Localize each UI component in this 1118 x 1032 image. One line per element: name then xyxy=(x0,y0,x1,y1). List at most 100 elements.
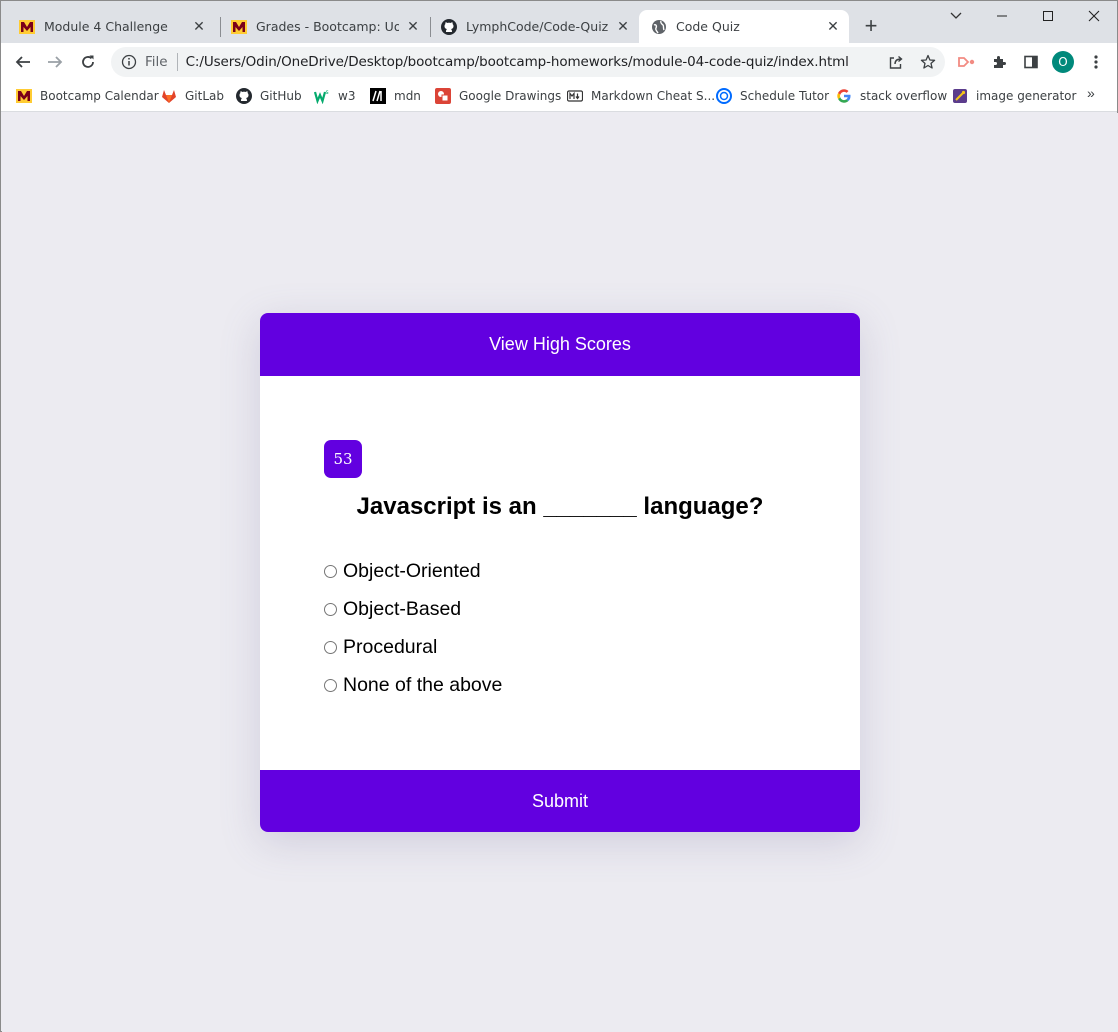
address-bar[interactable]: File C:/Users/Odin/OneDrive/Desktop/boot… xyxy=(111,47,945,77)
close-icon[interactable]: ✕ xyxy=(405,19,421,35)
bookmark-label: stack overflow xyxy=(860,89,948,103)
bookmark-star-button[interactable] xyxy=(916,50,940,74)
google-drawings-icon xyxy=(435,88,451,104)
answer-option[interactable]: Object-Based xyxy=(324,590,502,628)
tab-module-4-challenge[interactable]: Module 4 Challenge ✕ xyxy=(7,10,215,43)
bookmark-github[interactable]: GitHub xyxy=(236,85,302,107)
bookmark-gitlab[interactable]: GitLab xyxy=(161,85,224,107)
bookmark-bootcamp-calendar[interactable]: Bootcamp Calendar xyxy=(16,85,159,107)
answer-option[interactable]: Procedural xyxy=(324,628,502,666)
extensions-button[interactable] xyxy=(987,50,1011,74)
kebab-menu-icon xyxy=(1094,55,1098,69)
close-icon[interactable]: ✕ xyxy=(615,19,631,35)
bookmark-label: Schedule Tutor xyxy=(740,89,830,103)
bookmark-image-generator[interactable]: image generator xyxy=(952,85,1076,107)
divider xyxy=(176,53,178,71)
bookmark-label: GitLab xyxy=(185,89,224,103)
answer-option[interactable]: Object-Oriented xyxy=(324,552,502,590)
answer-label: None of the above xyxy=(343,673,503,696)
reload-button[interactable] xyxy=(75,49,101,75)
extension-cast-button[interactable] xyxy=(955,50,979,74)
bookmark-w3[interactable]: s w3 xyxy=(314,85,355,107)
question-text: Javascript is an _______ language? xyxy=(356,493,764,520)
menu-button[interactable] xyxy=(1084,50,1108,74)
maximize-icon xyxy=(1043,11,1053,21)
umn-m-icon xyxy=(19,19,35,34)
gitlab-icon xyxy=(161,88,177,104)
tab-title: Code Quiz xyxy=(676,19,740,34)
close-window-button[interactable] xyxy=(1071,5,1117,27)
bookmark-markdown-cheat-sheet[interactable]: Markdown Cheat S... xyxy=(567,85,715,107)
timer-badge: 53 xyxy=(324,440,362,478)
answer-label: Object-Oriented xyxy=(343,559,481,582)
answer-options: Object-Oriented Object-Based Procedural … xyxy=(324,552,502,704)
bookmark-label: Bootcamp Calendar xyxy=(40,89,159,103)
w3-icon: s xyxy=(314,88,330,104)
tab-code-quiz[interactable]: Code Quiz ✕ xyxy=(639,10,849,43)
quiz-card: View High Scores 53 Javascript is an ___… xyxy=(260,313,860,832)
view-high-scores-button[interactable]: View High Scores xyxy=(260,313,860,376)
tab-strip: Module 4 Challenge ✕ Grades - Bootcamp: … xyxy=(1,1,1117,43)
radio-button[interactable] xyxy=(324,678,337,692)
new-tab-button[interactable]: + xyxy=(859,14,883,38)
minimize-button[interactable] xyxy=(979,5,1025,27)
umn-m-icon xyxy=(231,19,247,34)
bookmark-label: Google Drawings xyxy=(459,89,562,103)
arrow-right-icon xyxy=(48,56,63,68)
radio-button[interactable] xyxy=(324,640,337,654)
close-icon xyxy=(1088,10,1100,22)
tab-title: LymphCode/Code-Quiz xyxy=(466,19,609,34)
tab-title: Grades - Bootcamp: UofM-V xyxy=(256,19,399,34)
info-icon[interactable] xyxy=(121,54,137,70)
cast-extension-icon xyxy=(958,57,975,67)
radio-button[interactable] xyxy=(324,564,337,578)
globe-icon xyxy=(652,19,666,34)
mdn-icon xyxy=(370,88,386,104)
markdown-icon xyxy=(567,88,583,104)
browser-window: Module 4 Challenge ✕ Grades - Bootcamp: … xyxy=(0,0,1118,1032)
submit-button[interactable]: Submit xyxy=(260,770,860,832)
bookmark-mdn[interactable]: mdn xyxy=(370,85,421,107)
github-icon xyxy=(236,88,252,104)
bookmark-google-drawings[interactable]: Google Drawings xyxy=(435,85,561,107)
answer-label: Object-Based xyxy=(343,597,462,620)
google-icon xyxy=(836,88,852,104)
reload-icon xyxy=(82,55,94,68)
github-icon xyxy=(441,18,457,35)
share-icon xyxy=(889,55,903,69)
side-panel-button[interactable] xyxy=(1019,50,1043,74)
chevron-down-icon xyxy=(950,12,962,19)
back-button[interactable] xyxy=(10,49,36,75)
bookmark-label: Markdown Cheat S... xyxy=(591,89,716,103)
image-generator-icon xyxy=(952,88,968,104)
answer-label: Procedural xyxy=(343,635,438,658)
star-icon xyxy=(920,54,936,69)
umn-m-icon xyxy=(16,88,32,104)
bookmark-label: image generator xyxy=(976,89,1077,103)
side-panel-icon xyxy=(1024,55,1038,69)
tab-grades-bootcamp[interactable]: Grades - Bootcamp: UofM-V ✕ xyxy=(219,10,429,43)
tab-lymphcode-code-quiz[interactable]: LymphCode/Code-Quiz ✕ xyxy=(429,10,639,43)
answer-option[interactable]: None of the above xyxy=(324,666,502,704)
minimize-icon xyxy=(997,15,1007,17)
profile-avatar[interactable]: O xyxy=(1052,51,1074,73)
bookmarks-overflow-button[interactable]: » xyxy=(1087,85,1095,101)
bookmark-label: mdn xyxy=(394,89,421,103)
close-icon[interactable]: ✕ xyxy=(191,19,207,35)
bookmark-label: GitHub xyxy=(260,89,302,103)
calendly-icon xyxy=(716,88,732,104)
puzzle-icon xyxy=(994,56,1006,68)
bookmark-label: w3 xyxy=(338,89,356,103)
share-button[interactable] xyxy=(884,50,908,74)
page-viewport: View High Scores 53 Javascript is an ___… xyxy=(2,113,1118,1032)
radio-button[interactable] xyxy=(324,602,337,616)
forward-button[interactable] xyxy=(42,49,68,75)
url-text[interactable]: C:/Users/Odin/OneDrive/Desktop/bootcamp/… xyxy=(186,54,849,70)
url-scheme-label: File xyxy=(145,54,168,70)
tab-search-button[interactable] xyxy=(933,5,979,27)
bookmark-schedule-tutor[interactable]: Schedule Tutor xyxy=(716,85,829,107)
svg-text:s: s xyxy=(326,89,329,96)
close-icon[interactable]: ✕ xyxy=(825,19,841,35)
maximize-button[interactable] xyxy=(1025,5,1071,27)
bookmark-stack-overflow[interactable]: stack overflow xyxy=(836,85,947,107)
